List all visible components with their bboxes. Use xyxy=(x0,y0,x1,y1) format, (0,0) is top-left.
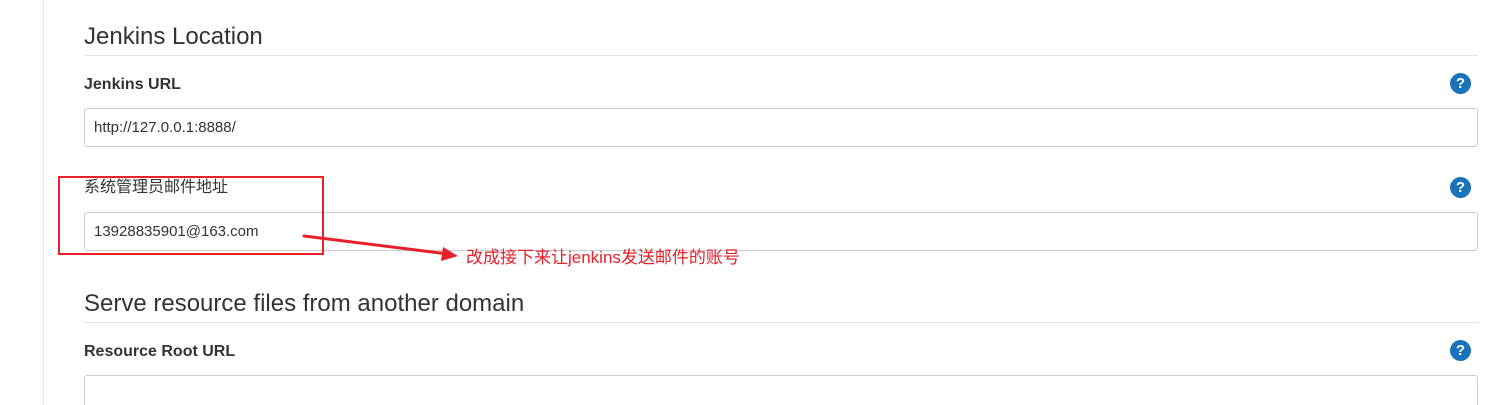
question-circle-icon[interactable]: ? xyxy=(1450,177,1471,198)
section-divider xyxy=(84,322,1478,323)
annotation-text: 改成接下来让jenkins发送邮件的账号 xyxy=(466,248,740,267)
arrow-right-icon xyxy=(302,234,458,261)
question-circle-icon[interactable]: ? xyxy=(1450,73,1471,94)
jenkins-url-input[interactable] xyxy=(84,108,1478,147)
section-title-resource-root: Serve resource files from another domain xyxy=(84,290,525,317)
section-title-jenkins-location: Jenkins Location xyxy=(84,23,263,50)
resource-root-url-label: Resource Root URL xyxy=(84,343,236,360)
question-circle-icon[interactable]: ? xyxy=(1450,340,1471,361)
resource-root-url-input[interactable] xyxy=(84,375,1478,405)
jenkins-url-label: Jenkins URL xyxy=(84,76,181,93)
jenkins-config-page: Jenkins Location Jenkins URL ? 系统管理员邮件地址… xyxy=(0,0,1488,405)
section-divider xyxy=(84,55,1478,56)
left-border xyxy=(43,0,44,405)
annotation-highlight-box xyxy=(58,176,324,255)
